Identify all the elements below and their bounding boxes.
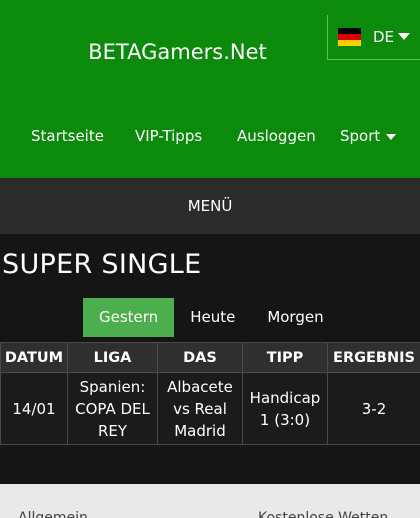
column-header-datum: DATUM [0, 342, 68, 373]
column-header-das: DAS [157, 342, 243, 373]
nav-vip-tipps[interactable]: VIP-Tipps [135, 127, 202, 145]
site-footer: Allgemein Kostenlose Wetten [0, 484, 420, 518]
cell-date: 14/01 [0, 372, 68, 445]
tips-table: DATUM LIGA DAS TIPP ERGEBNIS 14/01 Spani… [0, 342, 420, 445]
column-header-tipp: TIPP [242, 342, 328, 373]
footer-link-kostenlose-wetten[interactable]: Kostenlose Wetten [258, 510, 388, 518]
cell-result: 3-2 [327, 372, 420, 445]
language-selector[interactable]: DE [327, 15, 420, 60]
main-content: SUPER SINGLE Gestern Heute Morgen DATUM … [0, 234, 420, 484]
menu-toggle[interactable]: MENÜ [0, 178, 420, 234]
table-header-row: DATUM LIGA DAS TIPP ERGEBNIS [0, 342, 420, 373]
nav-sport-dropdown[interactable]: Sport [340, 127, 397, 145]
cell-match: Albacete vs Real Madrid [157, 372, 243, 445]
site-logo-text[interactable]: BETAGamers.Net [0, 40, 355, 64]
cell-tip: Handicap 1 (3:0) [242, 372, 328, 445]
nav-sport-label: Sport [340, 127, 381, 145]
site-header: BETAGamers.Net DE Startseite VIP-Tipps A… [0, 0, 420, 178]
language-label: DE [373, 28, 395, 46]
tab-morgen[interactable]: Morgen [251, 298, 339, 337]
column-header-liga: LIGA [67, 342, 158, 373]
nav-ausloggen[interactable]: Ausloggen [237, 127, 316, 145]
footer-link-allgemein[interactable]: Allgemein [18, 510, 88, 518]
main-nav: Startseite VIP-Tipps Ausloggen Sport [0, 127, 420, 151]
nav-startseite[interactable]: Startseite [31, 127, 104, 145]
tab-heute[interactable]: Heute [174, 298, 251, 337]
cell-league: Spanien: COPA DEL REY [67, 372, 158, 445]
tab-gestern[interactable]: Gestern [83, 298, 175, 337]
german-flag-icon [338, 28, 361, 46]
page-title: SUPER SINGLE [2, 249, 202, 280]
day-tabs: Gestern Heute Morgen [83, 298, 340, 337]
chevron-down-icon [386, 134, 397, 140]
chevron-down-icon [398, 32, 411, 40]
table-row: 14/01 Spanien: COPA DEL REY Albacete vs … [0, 372, 420, 445]
column-header-ergebnis: ERGEBNIS [327, 342, 420, 373]
